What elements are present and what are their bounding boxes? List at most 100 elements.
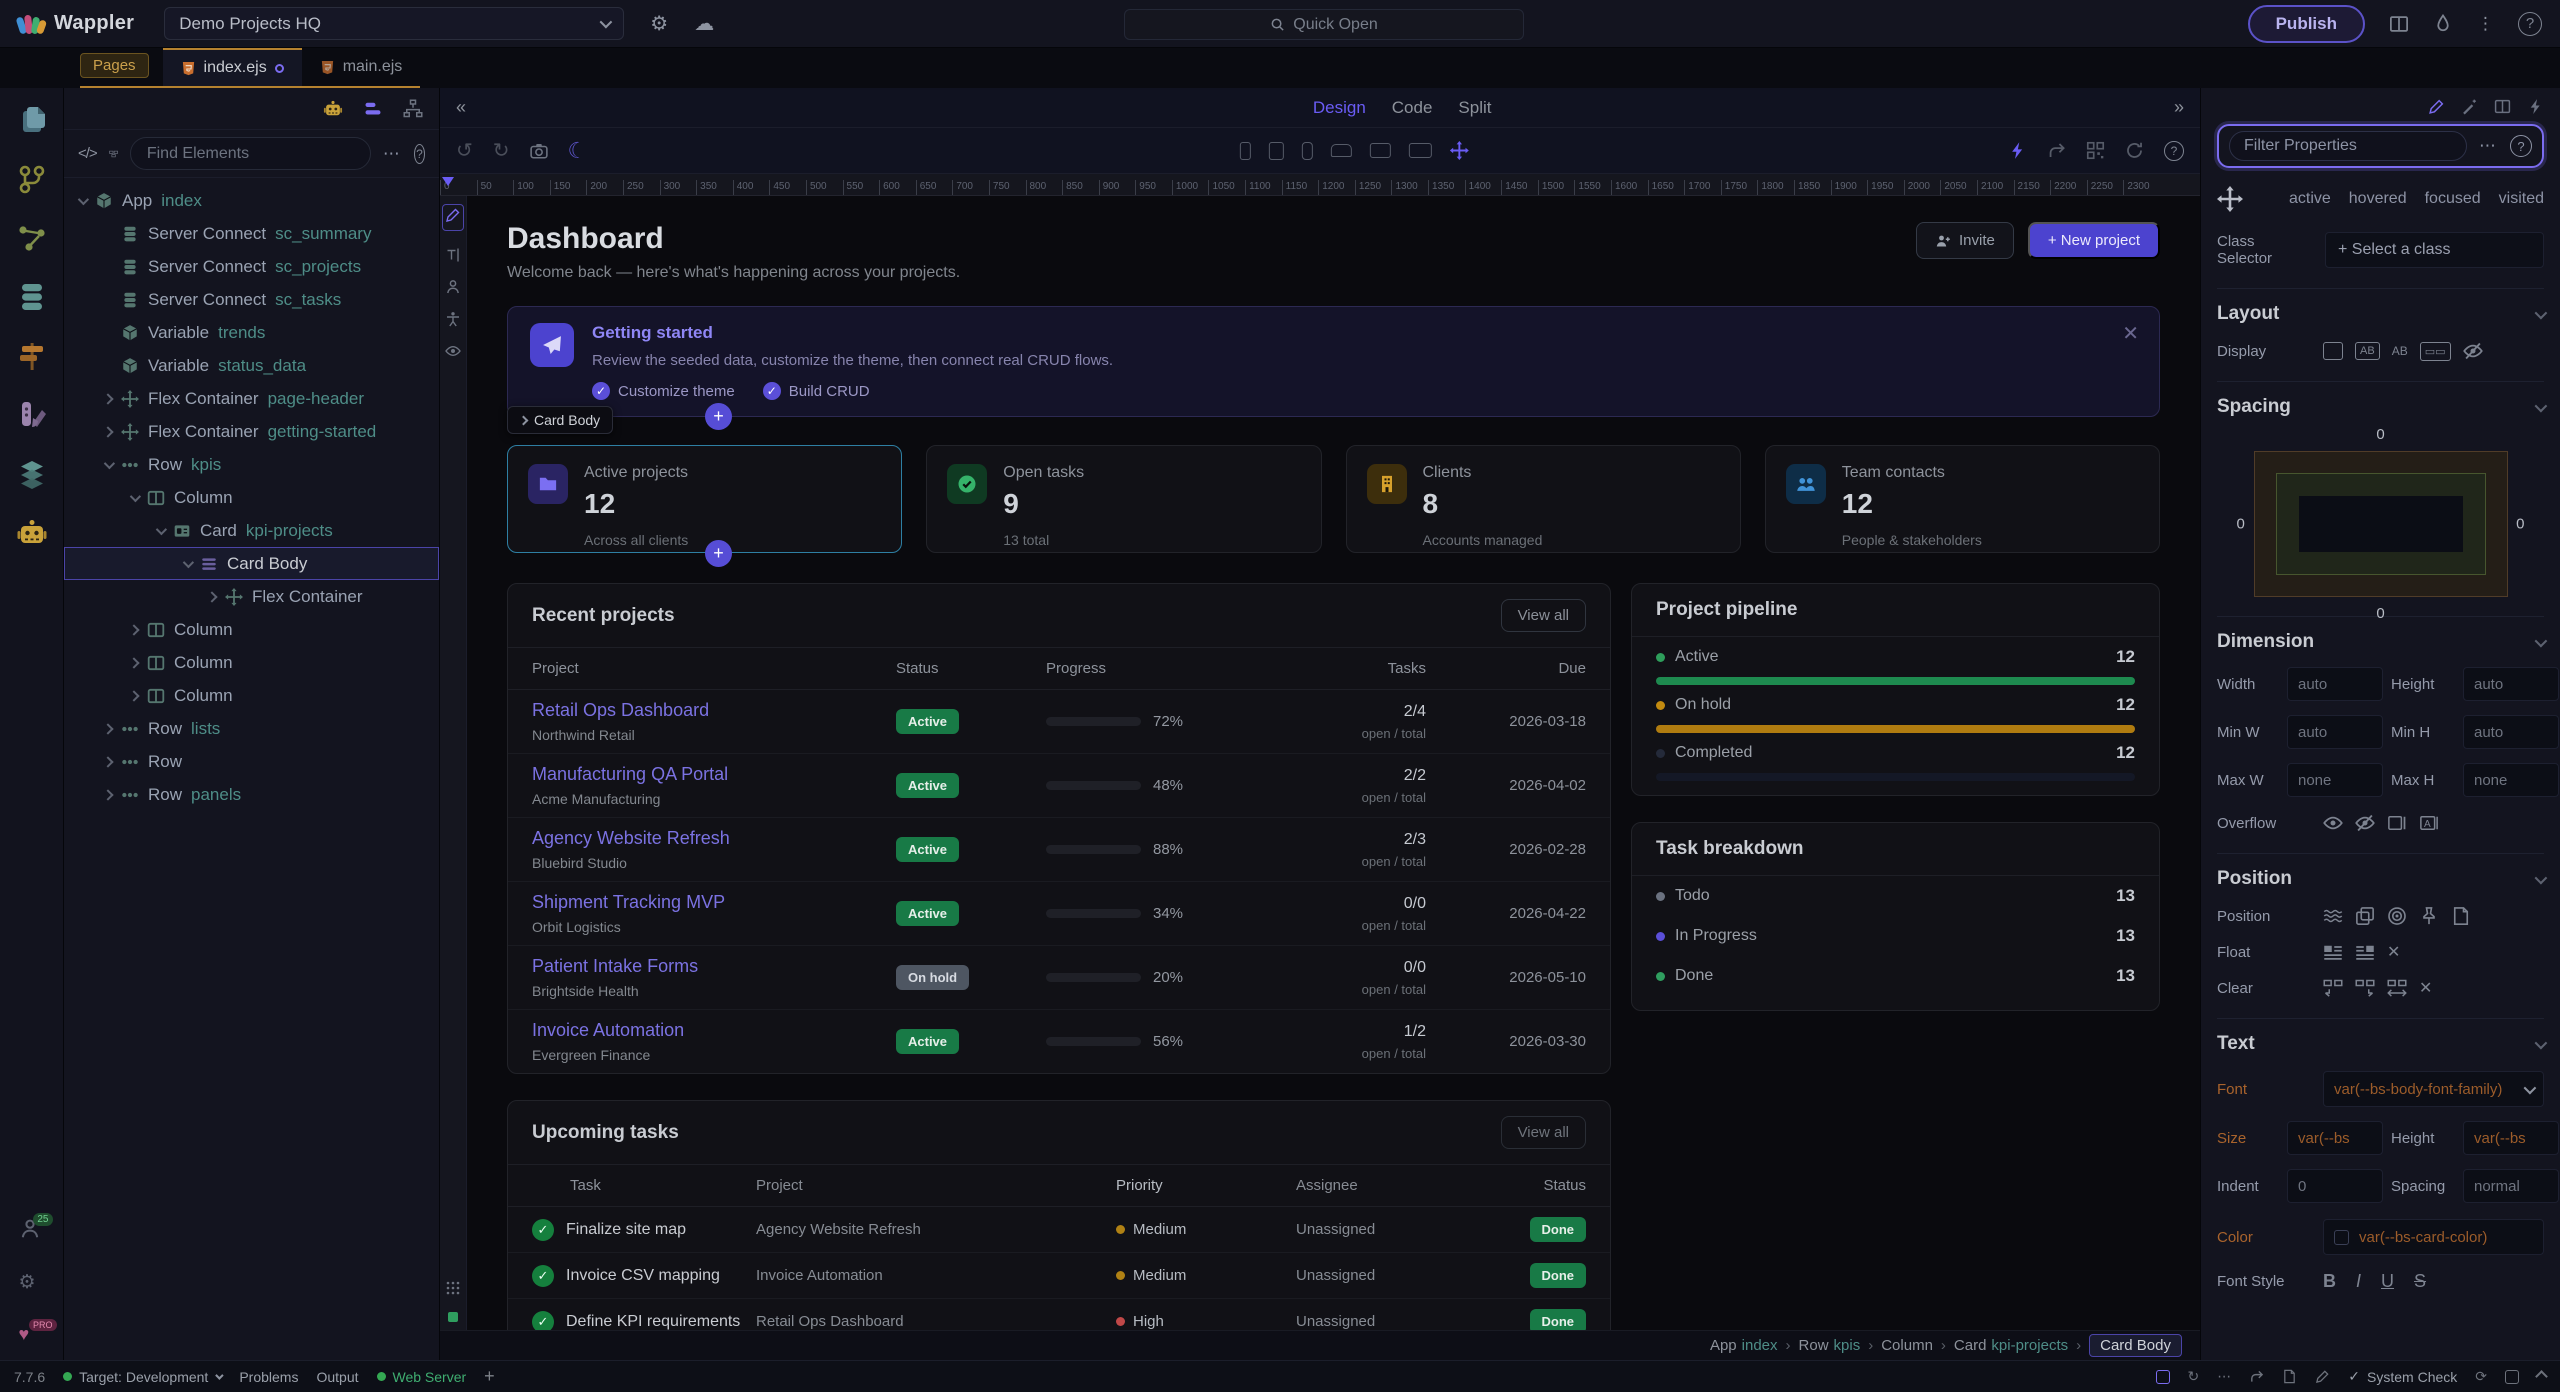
text-color-input[interactable]: var(--bs-card-color) [2323,1219,2544,1255]
margin-right-value[interactable]: 0 [2516,516,2524,533]
kpi-card-open-tasks[interactable]: Open tasks913 total [926,445,1321,553]
invite-button[interactable]: Invite [1916,222,2014,259]
task-check-icon[interactable]: ✓ [532,1311,554,1331]
state-visited[interactable]: visited [2499,190,2544,208]
frame-icon[interactable] [2156,1370,2170,1384]
project-link[interactable]: Patient Intake Forms [532,956,896,977]
edit-properties-icon[interactable] [2428,98,2445,115]
kpi-card-clients[interactable]: Clients8Accounts managed [1346,445,1741,553]
notifications-icon[interactable]: 25 [19,1218,45,1244]
state-active[interactable]: active [2289,190,2331,208]
width-input[interactable] [2287,667,2383,701]
clear-right-icon[interactable] [2355,978,2375,998]
display-inline-block-icon[interactable]: AB [2355,342,2380,360]
chevron-right-icon[interactable] [128,624,139,635]
tree-item-row-kpis[interactable]: Rowkpis [64,448,439,481]
tree-item-column-3[interactable]: Column [64,646,439,679]
close-icon[interactable]: ✕ [2122,321,2139,346]
kebab-menu-icon[interactable]: ⋮ [2477,15,2494,32]
mode-design[interactable]: Design [1313,98,1366,118]
section-position[interactable]: Position [2217,868,2292,890]
chevron-right-icon[interactable] [102,426,113,437]
sync-icon[interactable]: ⟳ [2475,1368,2487,1385]
project-row[interactable]: Patient Intake FormsBrightside Health On… [508,946,1610,1010]
database-icon[interactable] [16,281,48,313]
clear-left-icon[interactable] [2323,978,2343,998]
task-row[interactable]: ✓Invoice CSV mapping Invoice Automation … [508,1253,1610,1299]
collapse-left-icon[interactable]: « [456,97,466,118]
project-link[interactable]: Agency Website Refresh [532,828,896,849]
publish-button[interactable]: Publish [2248,5,2365,43]
chevron-right-icon[interactable] [102,789,113,800]
tree-item-flex-getting-started[interactable]: Flex Containergetting-started [64,415,439,448]
project-link[interactable]: Manufacturing QA Portal [532,764,896,785]
state-hovered[interactable]: hovered [2349,190,2407,208]
list-view-icon[interactable] [363,99,383,119]
dark-mode-icon[interactable]: ☾ [568,138,588,164]
position-relative-icon[interactable] [2355,906,2375,926]
margin-top-value[interactable]: 0 [2376,426,2384,443]
code-toggle-icon[interactable]: </> [78,145,97,162]
accessibility-icon[interactable] [445,311,461,327]
chevron-right-icon[interactable] [128,657,139,668]
web-server-button[interactable]: Web Server [377,1369,467,1385]
pages-button[interactable]: Pages [80,53,149,78]
chevron-right-icon[interactable] [206,591,217,602]
tree-item-row[interactable]: Row [64,745,439,778]
target-selector[interactable]: Target: Development [63,1369,221,1385]
panel-bolt-icon[interactable] [2527,98,2544,115]
section-spacing[interactable]: Spacing [2217,396,2291,418]
chevron-down-icon[interactable] [156,523,167,534]
view-all-button[interactable]: View all [1501,599,1586,632]
letter-spacing-input[interactable] [2463,1169,2559,1203]
display-flex-icon[interactable]: ▭▭ [2420,342,2451,361]
kpi-card-team-contacts[interactable]: Team contacts12People & stakeholders [1765,445,2160,553]
filter-properties-input[interactable] [2229,131,2467,161]
package-icon[interactable] [2505,1370,2519,1384]
overflow-auto-icon[interactable] [2419,813,2439,833]
project-row[interactable]: Retail Ops DashboardNorthwind Retail Act… [508,690,1610,754]
styles-icon[interactable] [16,399,48,431]
mode-split[interactable]: Split [1458,98,1491,118]
ai-assistant-icon[interactable] [16,517,48,549]
tree-item-row-lists[interactable]: Rowlists [64,712,439,745]
device-desktop-icon[interactable] [1370,143,1391,158]
class-selector-input[interactable]: + Select a class [2325,232,2544,268]
new-project-button[interactable]: + New project [2028,222,2160,259]
project-row[interactable]: Manufacturing QA PortalAcme Manufacturin… [508,754,1610,818]
system-check-button[interactable]: ✓ System Check [2348,1368,2457,1385]
task-check-icon[interactable]: ✓ [532,1219,554,1241]
mode-code[interactable]: Code [1392,98,1433,118]
tree-item-column-1[interactable]: Column [64,481,439,514]
add-element-button[interactable]: + [705,403,732,430]
position-absolute-icon[interactable] [2387,906,2407,926]
chevron-down-icon[interactable] [183,556,194,567]
tab-main-ejs[interactable]: main.ejs [302,48,421,86]
breadcrumb-card[interactable]: Cardkpi-projects [1954,1337,2068,1354]
chevron-right-icon[interactable] [102,393,113,404]
fluid-size-icon[interactable] [1450,141,1469,160]
section-text[interactable]: Text [2217,1033,2255,1055]
tab-index-ejs[interactable]: index.ejs [163,48,302,86]
display-none-icon[interactable] [2463,341,2483,361]
routes-icon[interactable] [16,340,48,372]
share-icon[interactable] [2249,1369,2264,1384]
maxw-input[interactable] [2287,763,2383,797]
problems-button[interactable]: Problems [239,1369,298,1385]
cloud-sync-icon[interactable]: ☁ [694,14,714,34]
ai-view-icon[interactable] [323,99,343,119]
clear-both-icon[interactable] [2387,978,2407,998]
sitemap-view-icon[interactable] [403,99,423,119]
tree-item-sc-tasks[interactable]: Server Connectsc_tasks [64,283,439,316]
underline-icon[interactable]: U [2381,1271,2394,1292]
minh-input[interactable] [2463,715,2559,749]
overflow-visible-icon[interactable] [2323,813,2343,833]
chevron-right-icon[interactable] [128,690,139,701]
breadcrumb-app[interactable]: Appindex [1710,1337,1778,1354]
theme-drop-icon[interactable] [2433,14,2453,34]
tree-item-column-4[interactable]: Column [64,679,439,712]
chevron-down-icon[interactable] [130,490,141,501]
bold-icon[interactable]: B [2323,1271,2336,1292]
visibility-icon[interactable] [445,343,461,359]
box-model[interactable]: 0 0 0 0 0 0 0 0 [2255,452,2507,596]
